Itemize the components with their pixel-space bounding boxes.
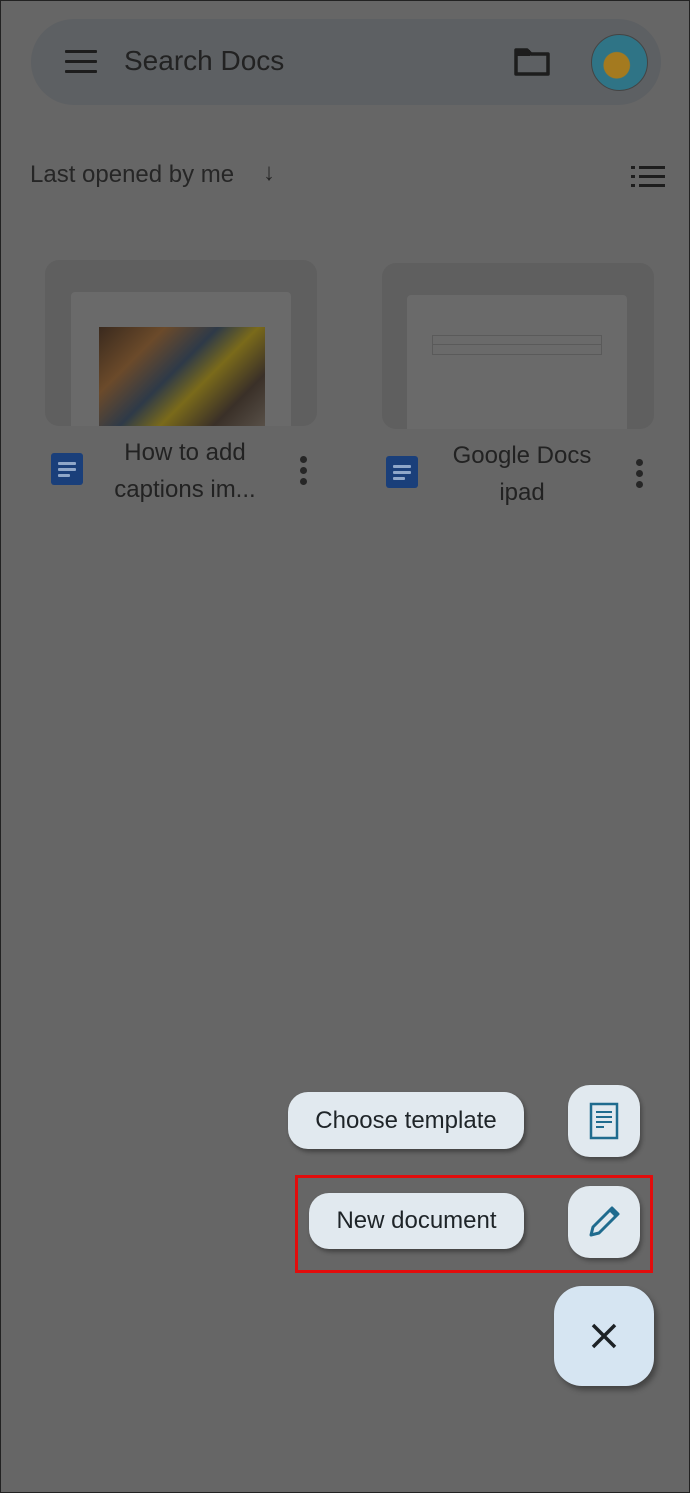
- highlight-annotation: [295, 1175, 653, 1273]
- hamburger-menu-icon[interactable]: [65, 50, 97, 74]
- document-title[interactable]: Google Docs ipad: [432, 437, 612, 511]
- page-preview: [407, 295, 627, 429]
- close-icon: [591, 1323, 617, 1349]
- search-bar[interactable]: Search Docs: [31, 19, 661, 105]
- document-template-icon: [589, 1102, 619, 1140]
- blank-preview: [432, 335, 602, 355]
- document-title[interactable]: How to add captions im...: [95, 434, 275, 508]
- arrow-down-icon[interactable]: ↓: [263, 159, 275, 187]
- more-options-icon[interactable]: [636, 459, 644, 492]
- close-fab-button[interactable]: [554, 1286, 654, 1386]
- page-preview: [71, 292, 291, 426]
- google-docs-icon: [386, 456, 418, 488]
- document-thumbnail[interactable]: [45, 260, 317, 426]
- folder-icon[interactable]: [513, 47, 551, 82]
- choose-template-button[interactable]: Choose template: [288, 1092, 524, 1149]
- sort-label[interactable]: Last opened by me: [30, 161, 234, 189]
- more-options-icon[interactable]: [300, 456, 308, 489]
- choose-template-fab[interactable]: [568, 1085, 640, 1157]
- document-thumbnail[interactable]: [382, 263, 654, 429]
- account-avatar[interactable]: [591, 34, 648, 91]
- search-input[interactable]: Search Docs: [124, 45, 284, 77]
- google-docs-icon: [51, 453, 83, 485]
- image-preview: [99, 327, 265, 426]
- list-view-icon[interactable]: [631, 165, 665, 194]
